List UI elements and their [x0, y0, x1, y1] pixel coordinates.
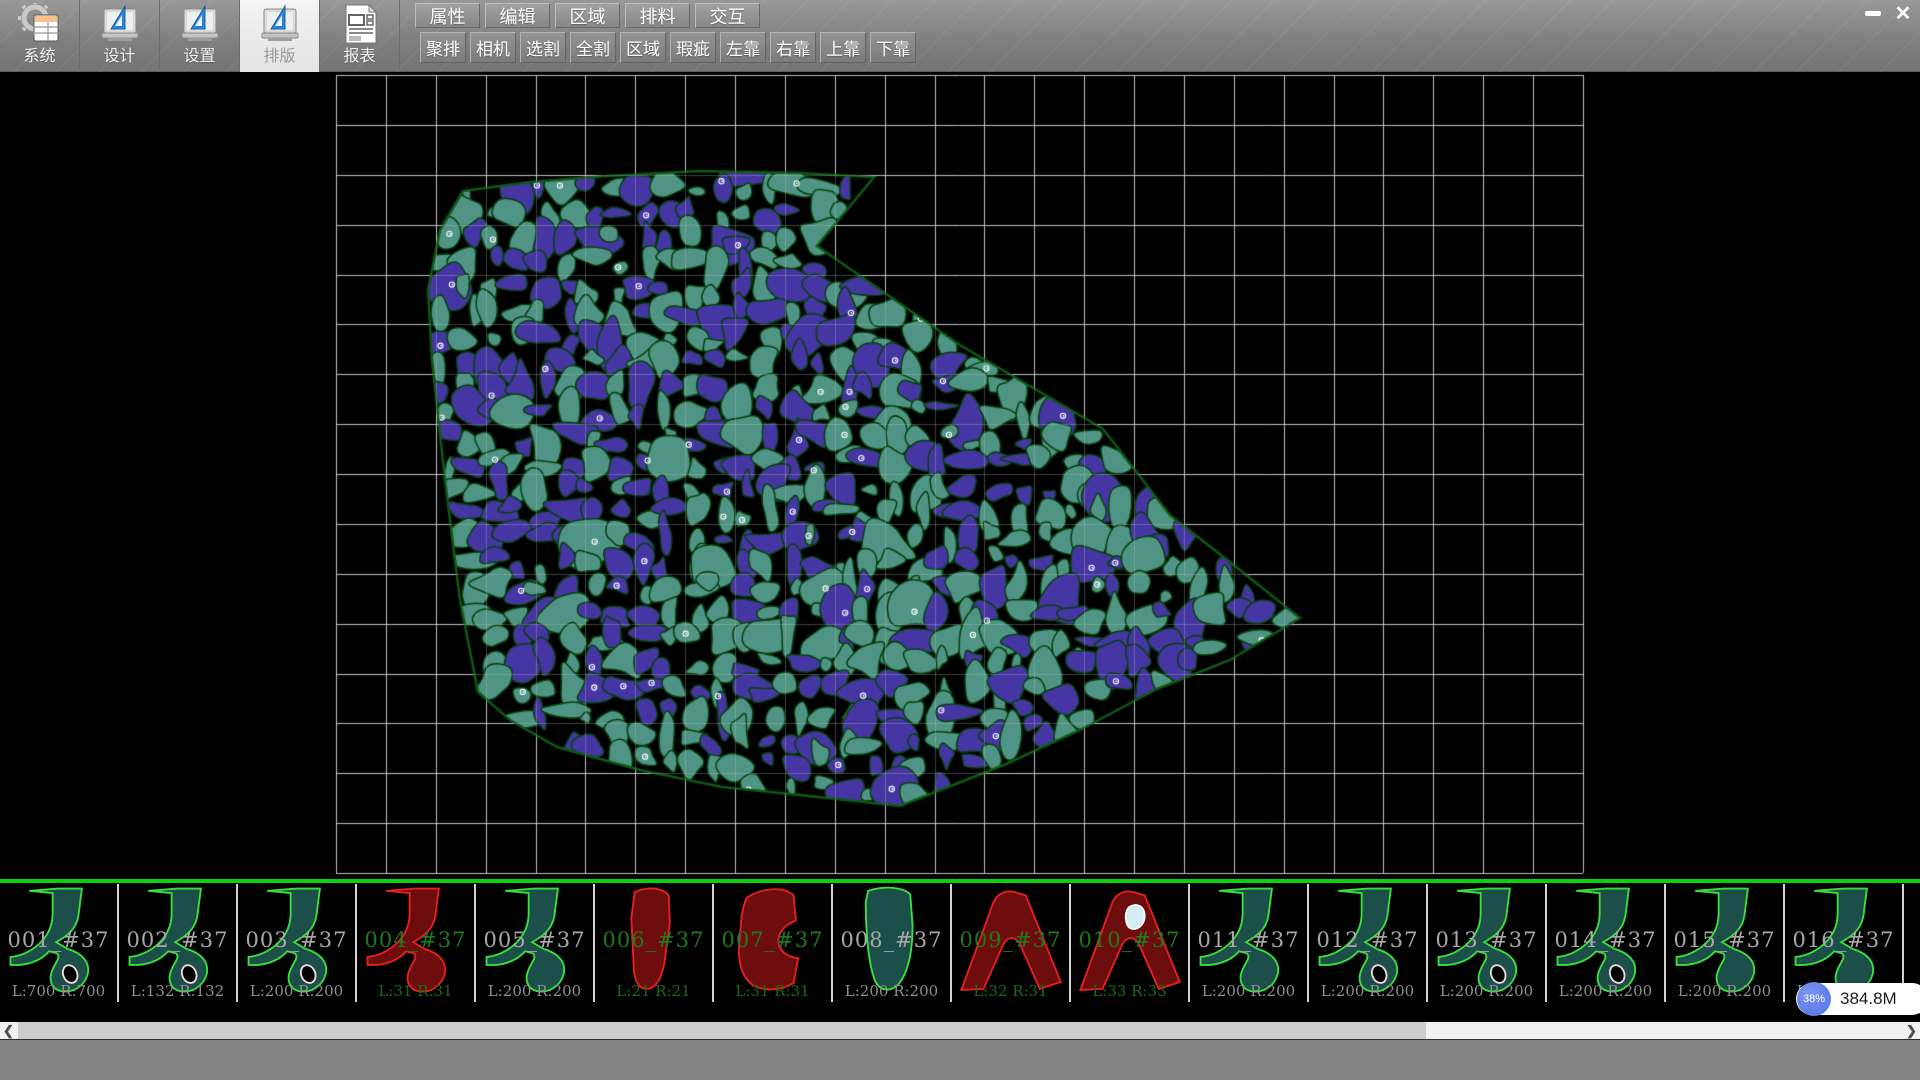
layout-icon — [258, 3, 302, 45]
tool-align-left[interactable]: 左靠 — [720, 32, 766, 63]
tool-align-right[interactable]: 右靠 — [770, 32, 816, 63]
piece-thumbnail-015_#37[interactable]: 015_#37L:200 R:200 — [1666, 884, 1785, 1002]
tool-camera[interactable]: 相机 — [470, 32, 516, 63]
main-button-report[interactable]: 报表 — [320, 0, 400, 72]
piece-shape-boot-hole — [1309, 884, 1426, 998]
menu-row-sub: 聚排相机选割全割区域瑕疵左靠右靠上靠下靠 — [420, 32, 916, 63]
piece-thumbnail-list: 001_#37L:700 R:700002_#37L:132 R:132003_… — [0, 884, 1920, 1002]
settings-icon — [178, 3, 222, 45]
menu-interact[interactable]: 交互 — [695, 3, 760, 28]
window-controls: ✕ — [1858, 1, 1918, 25]
scroll-left-arrow-icon[interactable]: ❮ — [0, 1022, 17, 1039]
main-button-label: 报表 — [343, 47, 375, 67]
main-button-system[interactable]: 系统 — [0, 0, 80, 72]
piece-shape-c-shape — [714, 884, 831, 998]
nesting-workspace — [0, 72, 1920, 879]
close-button[interactable]: ✕ — [1888, 1, 1918, 25]
tool-cluster-nest[interactable]: 聚排 — [420, 32, 466, 63]
piece-thumbnail-001_#37[interactable]: 001_#37L:700 R:700 — [0, 884, 119, 1002]
piece-thumbnail-009_#37[interactable]: 009_#37L:32 R:31 — [952, 884, 1071, 1002]
window-footer — [0, 1039, 1920, 1080]
scrollbar-thumb[interactable] — [18, 1022, 1426, 1039]
piece-thumbnail-strip: 001_#37L:700 R:700002_#37L:132 R:132003_… — [0, 879, 1920, 1022]
main-button-layout[interactable]: 排版 — [240, 0, 320, 72]
piece-shape-tall-blob — [833, 884, 950, 998]
tool-align-bottom[interactable]: 下靠 — [870, 32, 916, 63]
main-button-design[interactable]: 设计 — [80, 0, 160, 72]
piece-thumbnail-008_#37[interactable]: 008_#37L:200 R:200 — [833, 884, 952, 1002]
piece-thumbnail-005_#37[interactable]: 005_#37L:200 R:200 — [476, 884, 595, 1002]
menu-nesting[interactable]: 排料 — [625, 3, 690, 28]
memory-usage-text: 384.8M — [1840, 989, 1897, 1009]
piece-shape-a-shape-hole — [1071, 884, 1188, 998]
piece-shape-boot-hole — [119, 884, 236, 998]
gear-icon — [18, 3, 62, 45]
piece-shape-boot-hole — [1428, 884, 1545, 998]
minimize-button[interactable] — [1858, 1, 1888, 25]
piece-shape-boot-hole — [1547, 884, 1664, 998]
piece-shape-boot-hole — [0, 884, 117, 998]
piece-thumbnail-012_#37[interactable]: 012_#37L:200 R:200 — [1309, 884, 1428, 1002]
main-button-label: 排版 — [263, 47, 295, 67]
piece-thumbnail-007_#37[interactable]: 007_#37L:31 R:31 — [714, 884, 833, 1002]
piece-thumbnail-004_#37[interactable]: 004_#37L:31 R:31 — [357, 884, 476, 1002]
menu-area: 属性编辑区域排料交互 聚排相机选割全割区域瑕疵左靠右靠上靠下靠 — [415, 0, 916, 63]
piece-shape-boot — [476, 884, 593, 998]
piece-shape-boot — [357, 884, 474, 998]
memory-percent-badge: 38% — [1797, 982, 1831, 1016]
main-button-bar: 系统 设计 设置 排版 报表 — [0, 0, 400, 72]
tool-select-cut[interactable]: 选割 — [520, 32, 566, 63]
nesting-app-window: 系统设计设置排版报表 属性编辑区域排料交互 聚排相机选割全割区域瑕疵左靠右靠上靠… — [0, 0, 1920, 1080]
menu-region[interactable]: 区域 — [555, 3, 620, 28]
minimize-icon — [1865, 11, 1881, 16]
main-toolbar: 系统设计设置排版报表 属性编辑区域排料交互 聚排相机选割全割区域瑕疵左靠右靠上靠… — [0, 0, 1920, 72]
nesting-canvas[interactable] — [0, 72, 1920, 879]
scroll-right-arrow-icon[interactable]: ❯ — [1903, 1022, 1920, 1039]
design-icon — [98, 3, 142, 45]
main-button-label: 系统 — [23, 47, 55, 67]
main-button-settings[interactable]: 设置 — [160, 0, 240, 72]
piece-shape-a-shape — [952, 884, 1069, 998]
piece-thumbnail-014_#37[interactable]: 014_#37L:200 R:200 — [1547, 884, 1666, 1002]
strip-top-line — [0, 879, 1920, 883]
main-button-label: 设计 — [103, 47, 135, 67]
piece-thumbnail-003_#37[interactable]: 003_#37L:200 R:200 — [238, 884, 357, 1002]
horizontal-scrollbar[interactable]: ❮ ❯ — [0, 1022, 1920, 1039]
piece-shape-boot — [1666, 884, 1783, 998]
report-icon — [338, 3, 382, 45]
piece-shape-boot — [1190, 884, 1307, 998]
piece-thumbnail-006_#37[interactable]: 006_#37L:21 R:21 — [595, 884, 714, 1002]
piece-thumbnail-002_#37[interactable]: 002_#37L:132 R:132 — [119, 884, 238, 1002]
piece-shape-boot-hole — [238, 884, 355, 998]
tool-align-top[interactable]: 上靠 — [820, 32, 866, 63]
piece-shape-blob — [595, 884, 712, 998]
tool-region[interactable]: 区域 — [620, 32, 666, 63]
menu-properties[interactable]: 属性 — [415, 3, 480, 28]
memory-status-pill: 38% 384.8M — [1796, 983, 1920, 1015]
main-button-label: 设置 — [183, 47, 215, 67]
piece-thumbnail-010_#37[interactable]: 010_#37L:33 R:33 — [1071, 884, 1190, 1002]
piece-thumbnail-011_#37[interactable]: 011_#37L:200 R:200 — [1190, 884, 1309, 1002]
menu-edit[interactable]: 编辑 — [485, 3, 550, 28]
tool-cut-all[interactable]: 全割 — [570, 32, 616, 63]
piece-shape-boot — [1785, 884, 1902, 998]
tool-defect[interactable]: 瑕疵 — [670, 32, 716, 63]
menu-row-top: 属性编辑区域排料交互 — [415, 3, 916, 28]
piece-thumbnail-013_#37[interactable]: 013_#37L:200 R:200 — [1428, 884, 1547, 1002]
